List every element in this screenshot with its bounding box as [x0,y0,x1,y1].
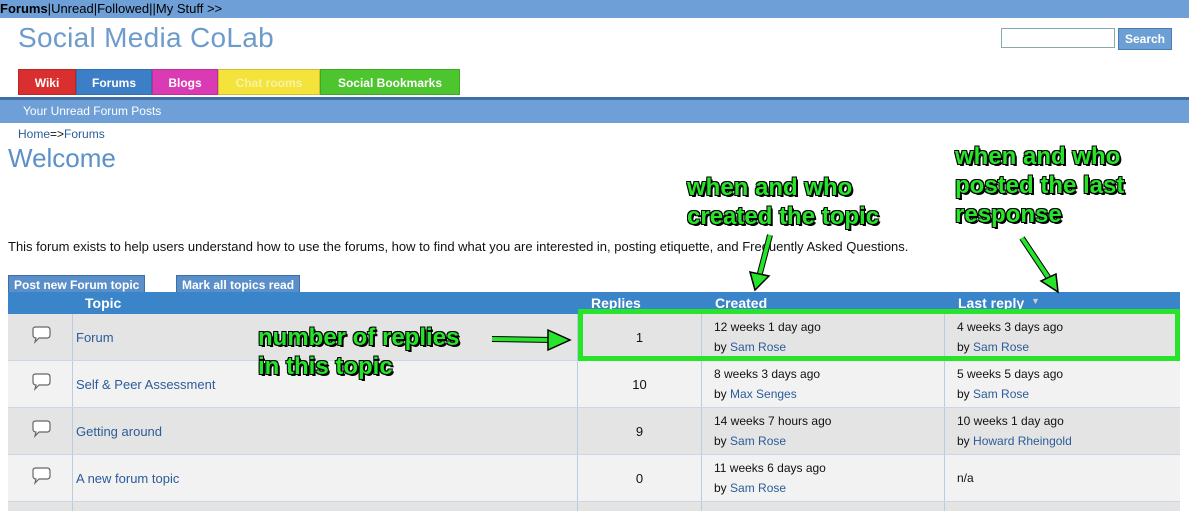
annotation-arrows [491,234,1059,352]
arrow-created-icon [748,271,771,292]
arrow-last-icon [1039,272,1059,294]
arrow-replies-icon [547,328,572,352]
